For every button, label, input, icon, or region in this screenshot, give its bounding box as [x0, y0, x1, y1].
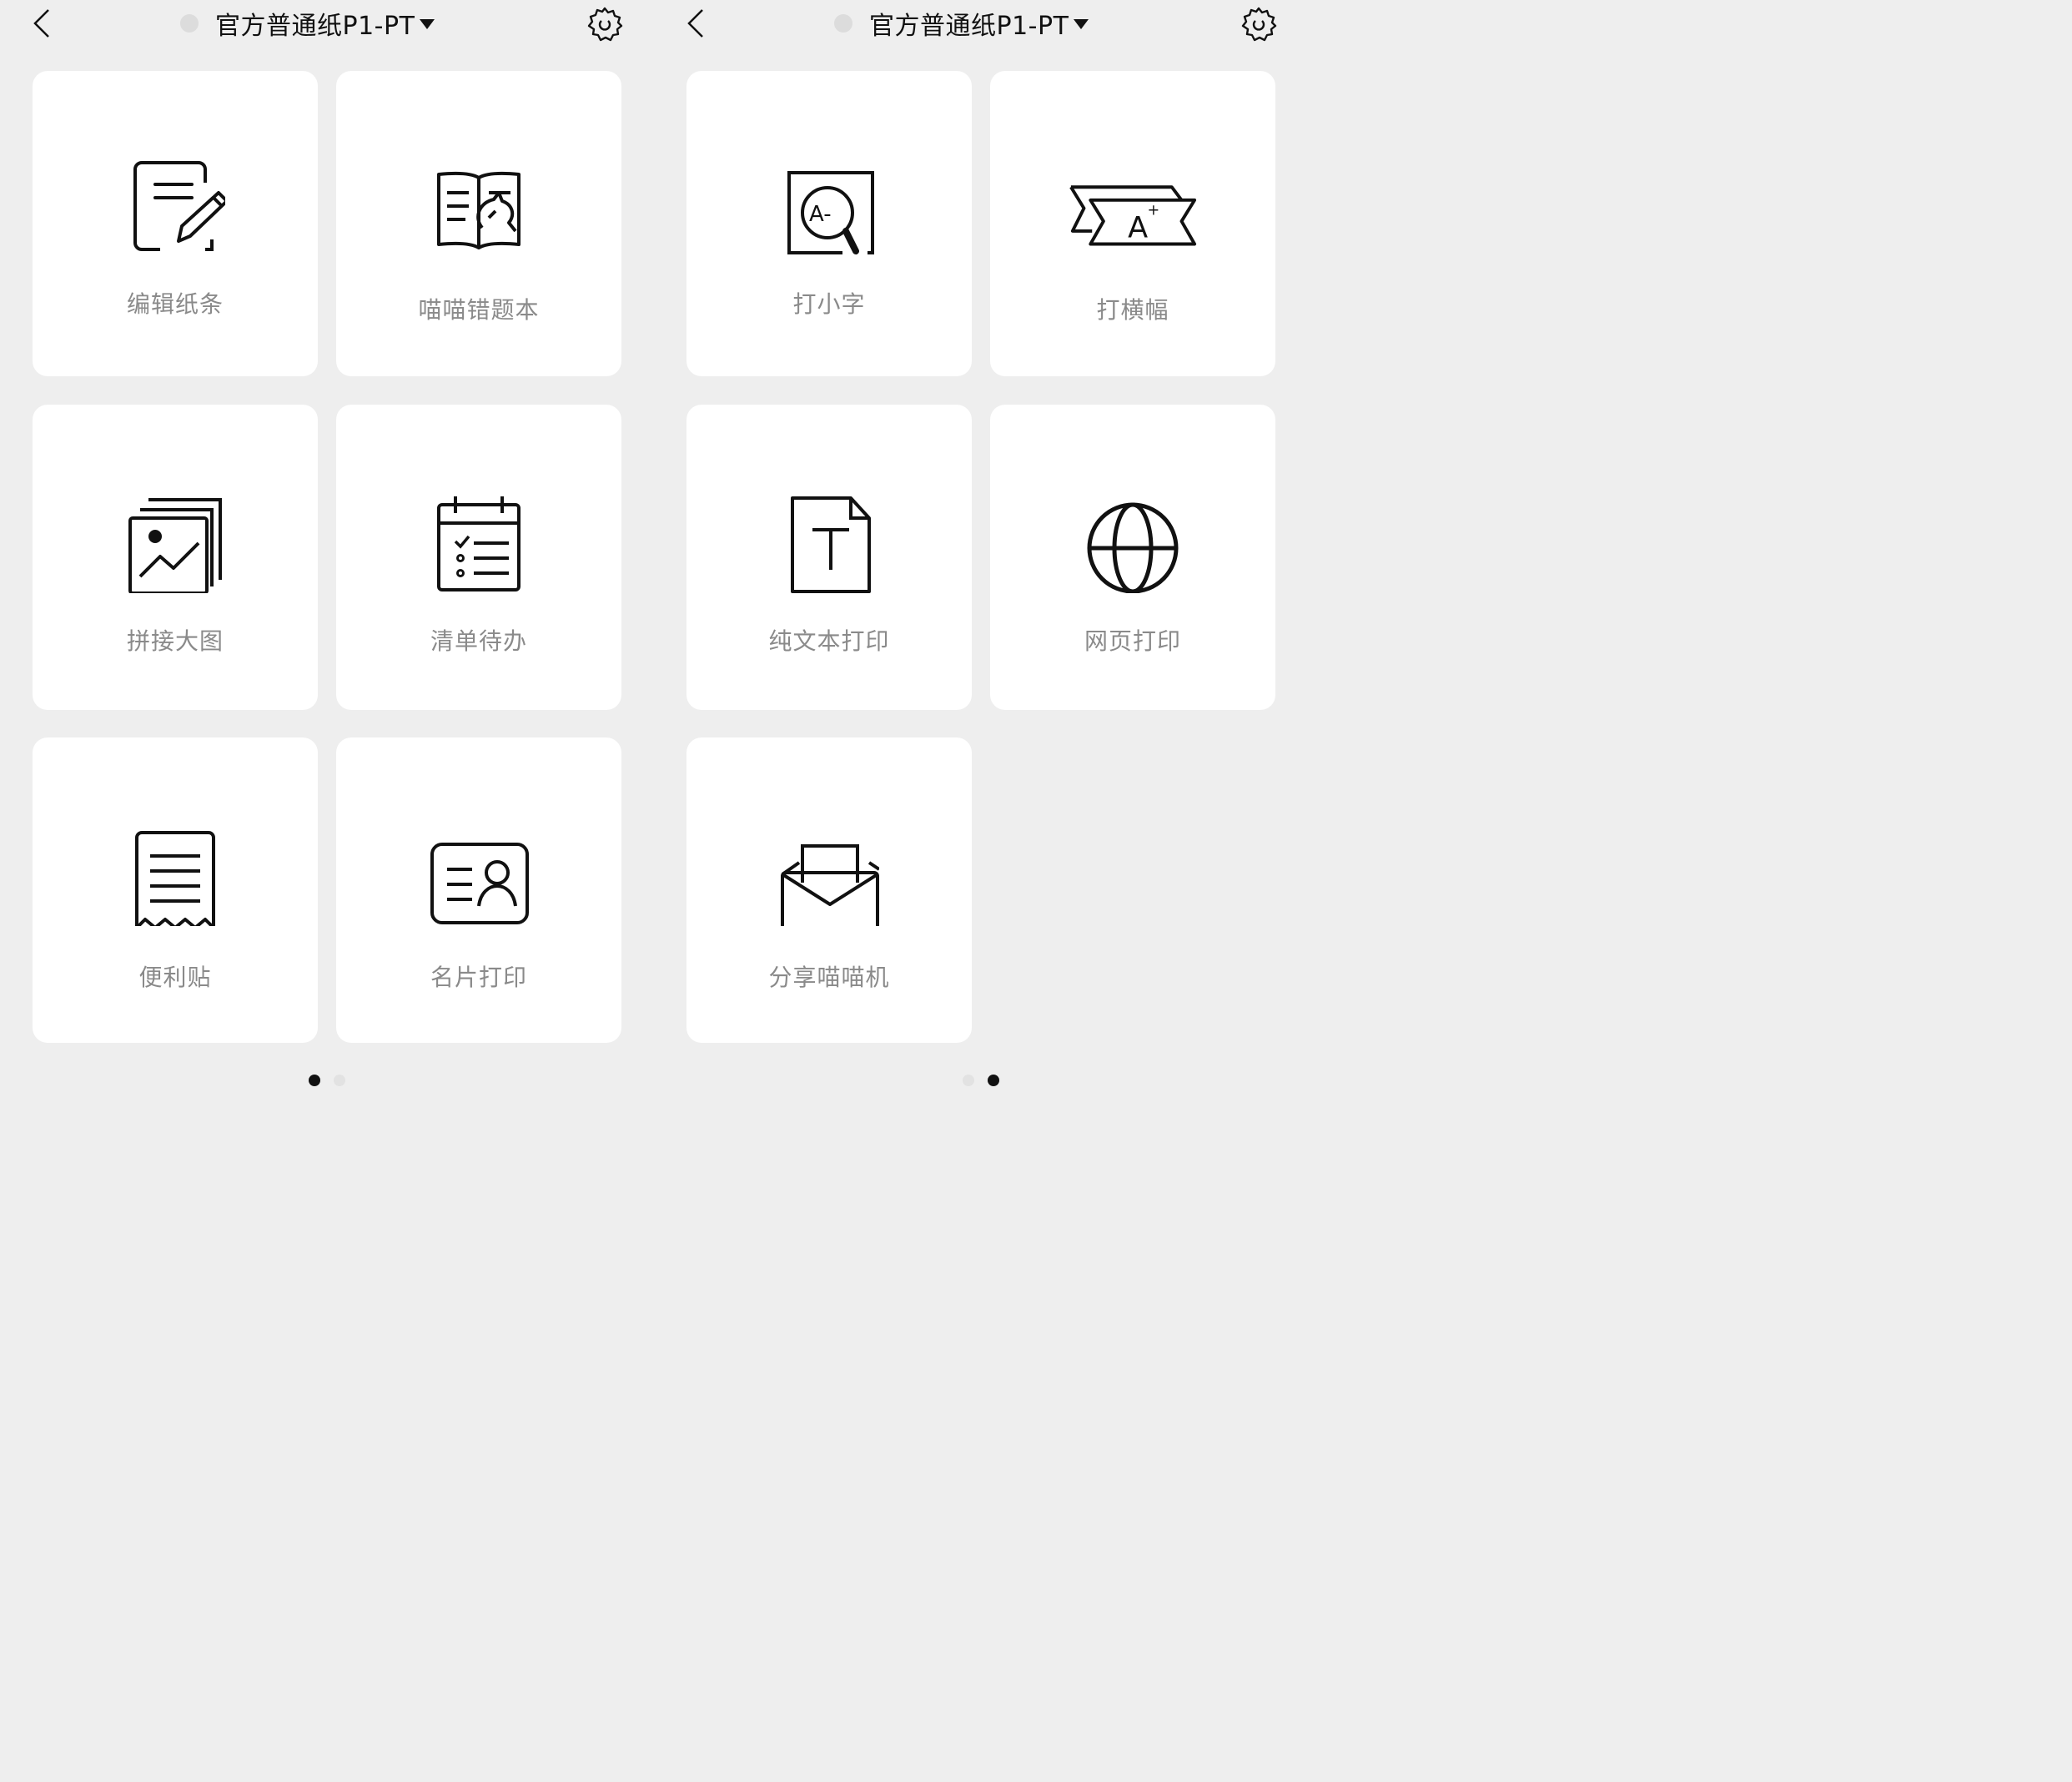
card-mistake-book[interactable]: 喵喵错题本	[336, 71, 621, 376]
gear-icon	[1241, 7, 1277, 42]
card-label: 分享喵喵机	[768, 964, 890, 991]
card-label: 便利贴	[138, 964, 212, 991]
mistake-book-icon	[437, 171, 521, 249]
card-sticky-note[interactable]: 便利贴	[33, 737, 318, 1043]
card-banner[interactable]: A + 打横幅	[990, 71, 1275, 376]
card-plain-text-print[interactable]: 纯文本打印	[686, 405, 972, 710]
card-label: 喵喵错题本	[418, 296, 540, 324]
back-button[interactable]	[682, 7, 712, 40]
printer-name: 官方普通纸P1-PT	[215, 12, 415, 41]
globe-icon	[1087, 502, 1179, 593]
card-image-stitch[interactable]: 拼接大图	[33, 405, 318, 710]
svg-text:A-: A-	[809, 202, 832, 227]
top-bar: 官方普通纸P1-PT	[0, 0, 654, 50]
chevron-left-icon	[33, 9, 49, 38]
page-1: 官方普通纸P1-PT 编辑纸条 喵喵错题本 拼接大图 清单待办 便利贴 名片打印	[0, 0, 654, 1125]
back-button[interactable]	[28, 7, 58, 40]
business-card-icon	[430, 843, 529, 924]
printer-status-dot	[834, 14, 852, 33]
card-todo-list[interactable]: 清单待办	[336, 405, 621, 710]
receipt-note-icon	[135, 831, 215, 926]
text-document-icon	[791, 496, 871, 593]
card-business-card[interactable]: 名片打印	[336, 737, 621, 1043]
page-dot-active[interactable]	[309, 1075, 320, 1086]
envelope-share-icon	[781, 844, 879, 926]
card-edit-note[interactable]: 编辑纸条	[33, 71, 318, 376]
page-2: 官方普通纸P1-PT A- 打小字 A + 打横幅 纯文本打印 网页打印 分享喵…	[654, 0, 1308, 1125]
page-indicator	[0, 1073, 654, 1088]
todo-calendar-icon	[437, 496, 521, 591]
small-text-magnifier-icon: A-	[787, 171, 874, 254]
image-stitch-icon	[128, 498, 222, 593]
card-label: 打横幅	[1096, 296, 1169, 324]
svg-text:A: A	[1128, 211, 1148, 245]
card-label: 编辑纸条	[126, 290, 224, 318]
note-edit-icon	[133, 161, 225, 251]
svg-text:+: +	[1148, 202, 1160, 219]
card-label: 打小字	[792, 290, 866, 318]
card-web-print[interactable]: 网页打印	[990, 405, 1275, 710]
banner-icon: A +	[1069, 185, 1197, 246]
top-bar: 官方普通纸P1-PT	[654, 0, 1308, 50]
page-dot[interactable]	[963, 1075, 974, 1086]
card-small-text[interactable]: A- 打小字	[686, 71, 972, 376]
card-label: 名片打印	[430, 964, 527, 991]
page-dot[interactable]	[334, 1075, 345, 1086]
card-share-printer[interactable]: 分享喵喵机	[686, 737, 972, 1043]
chevron-left-icon	[687, 9, 703, 38]
printer-selector[interactable]: 官方普通纸P1-PT	[180, 3, 435, 43]
printer-status-dot	[180, 14, 199, 33]
card-label: 纯文本打印	[768, 627, 890, 655]
printer-selector[interactable]: 官方普通纸P1-PT	[834, 3, 1089, 43]
settings-button[interactable]	[1240, 5, 1278, 43]
card-label: 拼接大图	[126, 627, 224, 655]
caret-down-icon	[420, 19, 435, 29]
page-indicator	[654, 1073, 1308, 1088]
printer-name: 官方普通纸P1-PT	[869, 12, 1069, 41]
caret-down-icon	[1074, 19, 1089, 29]
card-label: 网页打印	[1084, 627, 1181, 655]
settings-button[interactable]	[586, 5, 624, 43]
card-label: 清单待办	[430, 627, 527, 655]
page-dot-active[interactable]	[988, 1075, 999, 1086]
gear-icon	[587, 7, 623, 42]
